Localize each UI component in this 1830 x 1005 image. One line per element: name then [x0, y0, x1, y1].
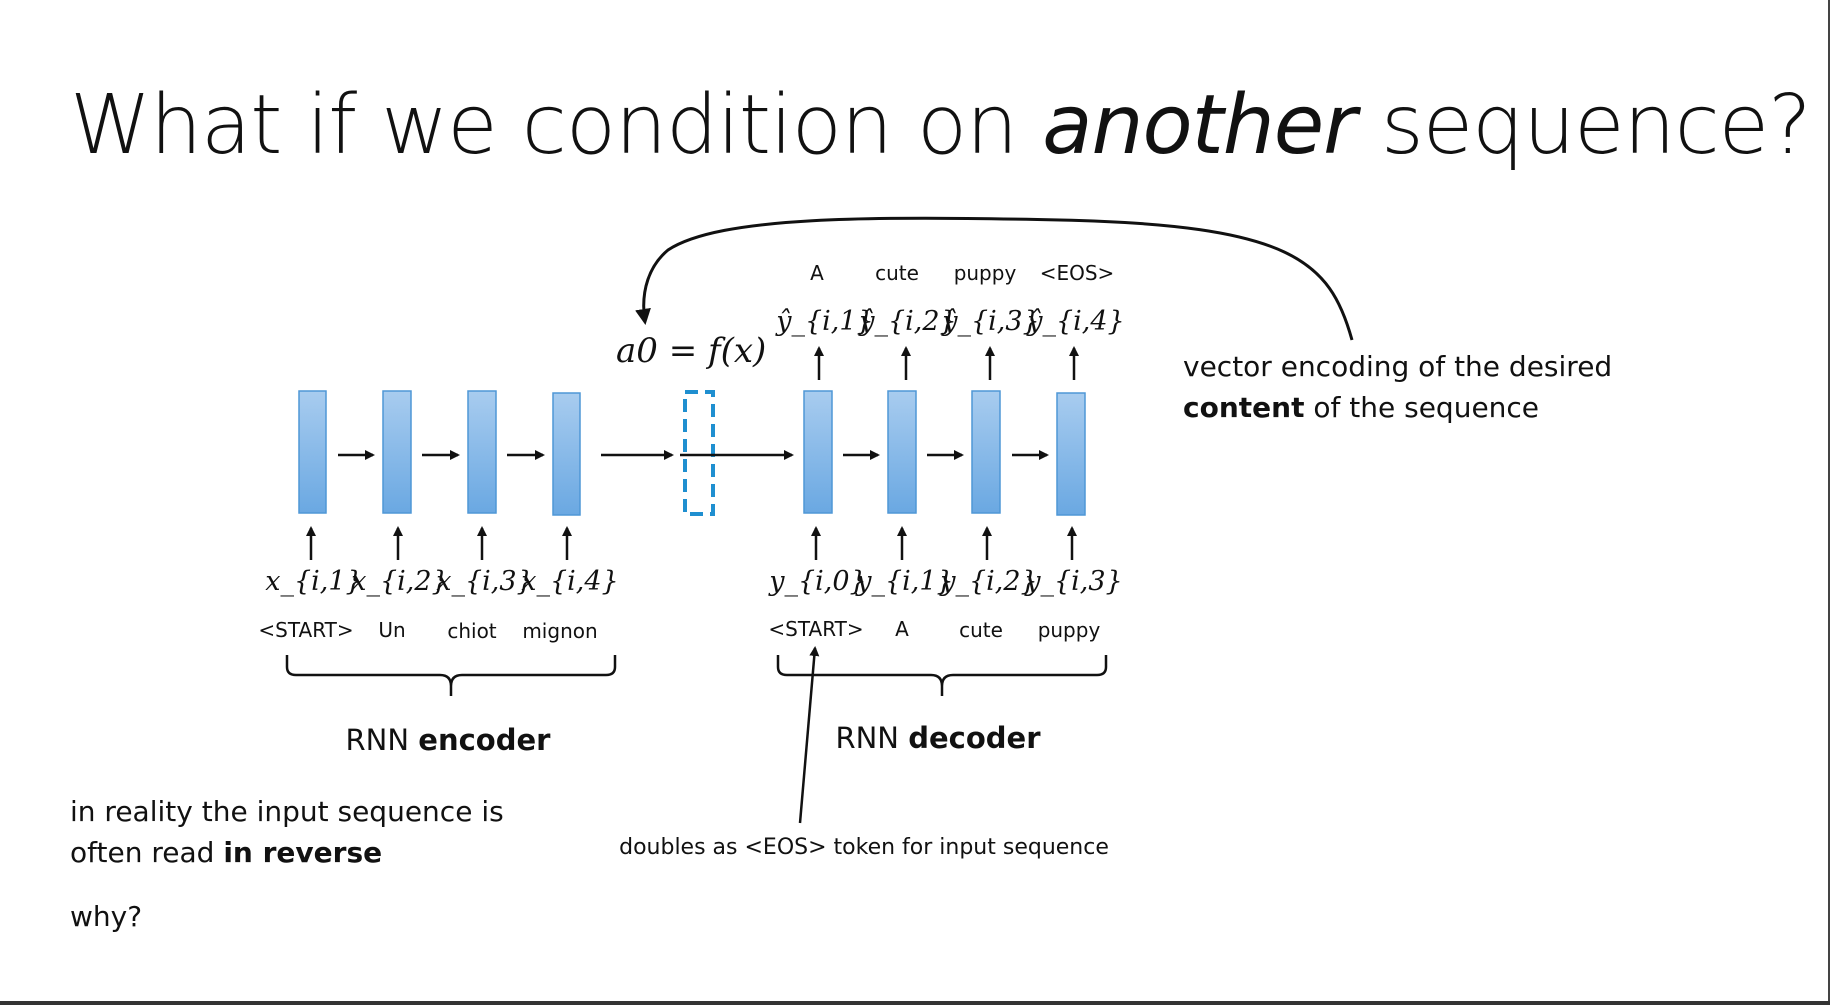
encoder-input-labels: x_{i,1} x_{i,2} x_{i,3} x_{i,4} — [265, 566, 618, 597]
output-arrows — [814, 346, 1079, 380]
enc-token-1: <START> — [258, 618, 353, 642]
decoder-label: RNN decoder — [835, 721, 1041, 755]
enc-token-4: mignon — [522, 619, 597, 643]
slide-bottom-edge — [0, 1001, 1830, 1005]
encoder-label: RNN encoder — [346, 723, 552, 757]
input-arrows — [306, 526, 1077, 560]
encoder-cells — [298, 390, 581, 516]
enc-input-label-3: x_{i,3} — [436, 566, 533, 597]
content-note-line1: vector encoding of the desired — [1183, 350, 1613, 383]
eos-note: doubles as <EOS> token for input sequenc… — [619, 835, 1109, 860]
reverse-note-line1: in reality the input sequence is — [70, 795, 504, 828]
dec-input-label-4: y_{i,3} — [1024, 566, 1123, 597]
reverse-note-prefix: often read — [70, 836, 224, 869]
decoder-label-bold: decoder — [908, 721, 1041, 755]
dec-input-label-2: y_{i,1} — [855, 566, 954, 597]
reverse-note: in reality the input sequence is often r… — [70, 791, 504, 873]
encoder-brace — [285, 655, 617, 696]
dec-output-label-3: ŷ_{i,3} — [941, 306, 1040, 337]
dec-token-1: <START> — [768, 617, 863, 641]
encoder-cell-1 — [298, 390, 327, 514]
content-note-rest: of the sequence — [1304, 391, 1540, 424]
encoder-cell-2 — [382, 390, 412, 514]
encoder-tokens: <START> Un chiot mignon — [258, 618, 597, 643]
dec-token-4: puppy — [1038, 618, 1101, 642]
enc-token-2: Un — [378, 618, 405, 642]
initial-state-label: a0 = f(x) — [616, 331, 766, 371]
content-encoding-note: vector encoding of the desired content o… — [1183, 346, 1612, 428]
decoder-tokens: <START> A cute puppy — [768, 617, 1100, 642]
encoder-label-bold: encoder — [418, 723, 551, 757]
dec-output-token-1: A — [810, 261, 824, 285]
slide: What if we condition on another sequence… — [0, 0, 1830, 1005]
reverse-note-bold: in reverse — [223, 836, 383, 869]
enc-input-label-2: x_{i,2} — [351, 566, 448, 597]
dec-output-token-3: puppy — [954, 261, 1017, 285]
enc-input-label-4: x_{i,4} — [521, 566, 618, 597]
why-question: why? — [70, 900, 143, 933]
decoder-output-labels: ŷ_{i,1} ŷ_{i,2} ŷ_{i,3} ŷ_{i,4} — [775, 306, 1125, 337]
decoder-cell-3 — [971, 390, 1001, 514]
dec-input-label-3: y_{i,2} — [939, 566, 1038, 597]
dec-input-label-1: y_{i,0} — [768, 566, 867, 597]
context-vector-box — [683, 390, 715, 516]
decoder-output-tokens: A cute puppy <EOS> — [810, 261, 1114, 285]
encoder-cell-3 — [467, 390, 497, 514]
dec-output-token-4: <EOS> — [1040, 261, 1115, 285]
decoder-cell-4 — [1056, 392, 1086, 516]
dec-token-2: A — [895, 617, 909, 641]
encoder-label-prefix: RNN — [346, 723, 419, 757]
dec-token-3: cute — [959, 618, 1003, 642]
reverse-note-line2: often read in reverse — [70, 832, 504, 873]
encoder-cell-4 — [552, 392, 581, 516]
decoder-label-prefix: RNN — [835, 721, 908, 755]
decoder-cells — [803, 390, 1086, 516]
enc-input-label-1: x_{i,1} — [265, 566, 362, 597]
decoder-cell-1 — [803, 390, 833, 514]
dec-output-token-2: cute — [875, 261, 919, 285]
content-note-line2: content of the sequence — [1183, 387, 1612, 428]
decoder-input-labels: y_{i,0} y_{i,1} y_{i,2} y_{i,3} — [768, 566, 1123, 597]
content-note-bold: content — [1183, 391, 1305, 424]
enc-token-3: chiot — [447, 619, 496, 643]
decoder-brace — [776, 655, 1108, 696]
decoder-cell-2 — [887, 390, 917, 514]
dec-output-label-4: ŷ_{i,4} — [1026, 306, 1125, 337]
